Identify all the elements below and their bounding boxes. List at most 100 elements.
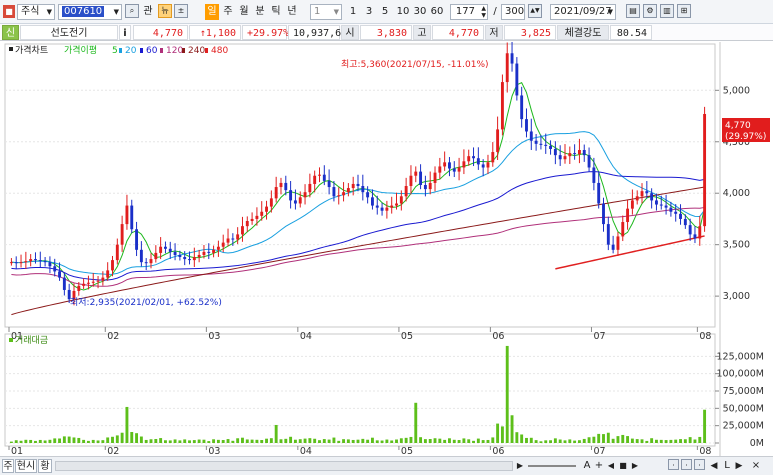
last-icon[interactable]: L [722, 459, 732, 473]
volume-bar [679, 439, 682, 443]
badge-new: 신 [2, 25, 19, 40]
volume-bar [241, 437, 244, 443]
candle-body [241, 226, 244, 235]
layout-icon-3[interactable]: · [694, 459, 705, 470]
month-button[interactable]: 월 [237, 4, 251, 20]
volume-bar [688, 437, 692, 443]
interval-5[interactable]: 5 [379, 4, 391, 20]
interval-10[interactable]: 10 [395, 4, 411, 20]
search-icon[interactable]: ⌕ [125, 4, 139, 18]
total-input[interactable]: 300 [501, 4, 525, 20]
candle-body [525, 119, 528, 132]
low-annotation: 최저:2,935(2021/02/01, +62.52%) [70, 297, 222, 308]
count-input[interactable]: 177 ▲ ▼ [450, 4, 488, 20]
candle-body [366, 192, 370, 198]
stop-icon[interactable]: ■ [618, 459, 628, 473]
volume-bar [645, 440, 649, 443]
info-button[interactable]: i [119, 25, 131, 40]
candle-body [616, 236, 620, 250]
candle-body [34, 259, 37, 261]
candle-body [226, 238, 230, 243]
candle-body [298, 197, 302, 204]
volume-bar [568, 439, 572, 443]
settings-icon[interactable]: ⚙ [643, 4, 657, 18]
horizontal-scrollbar[interactable] [55, 461, 513, 471]
save-icon[interactable]: ▥ [660, 4, 674, 18]
volume-bar [404, 437, 408, 443]
interval-3[interactable]: 3 [363, 4, 375, 20]
candle-body [582, 149, 586, 156]
candle-body [101, 277, 105, 281]
tick-button[interactable]: 틱 [269, 4, 283, 20]
minute-button[interactable]: 분 [253, 4, 267, 20]
candle-body [650, 193, 654, 201]
next-icon[interactable]: ▶ [733, 459, 745, 473]
candle-body [293, 200, 297, 204]
candle-body [111, 260, 114, 271]
volume-bar [602, 434, 605, 443]
candle-body [178, 254, 182, 258]
volume-bar [549, 440, 552, 443]
interval-1[interactable]: 1 [347, 4, 359, 20]
volume-bar [91, 439, 95, 443]
volume-bar [587, 437, 591, 443]
candle-body [269, 198, 273, 207]
zoom-slider[interactable] [528, 465, 576, 467]
chart-type-icon[interactable]: ■ [3, 5, 15, 18]
candle-body [303, 192, 307, 198]
volume-bar [274, 424, 278, 443]
bottom-button-3[interactable]: 황 [38, 459, 52, 473]
volume-bar [231, 440, 235, 443]
high-annotation: 최고:5,360(2021/07/15, -11.01%) [341, 59, 489, 70]
layout-icon-2[interactable]: · [681, 459, 692, 470]
expand-icon[interactable]: ▶ [630, 459, 640, 473]
close-icon[interactable]: × [750, 459, 762, 473]
market-select[interactable]: 주식 ▼ [17, 4, 55, 20]
interval-select[interactable]: 1 ▼ [310, 4, 342, 20]
candle-body [563, 156, 567, 160]
collapse-icon[interactable]: ◀ [606, 459, 616, 473]
chevron-down-icon: ▼ [46, 8, 52, 16]
print-icon[interactable]: ▤ [626, 4, 640, 18]
scroll-right-icon[interactable]: ▶ [515, 459, 525, 473]
volume-bar [159, 438, 163, 443]
volume-bar [279, 439, 283, 443]
volume-bar [115, 435, 119, 443]
legend-ma20: 20 [125, 46, 137, 56]
updown-icon[interactable]: ± [174, 4, 188, 18]
spinner-icon[interactable]: ▲ ▼ [481, 5, 486, 19]
volume-bar [327, 439, 331, 443]
chart-mode-icon[interactable]: 뉴 [158, 4, 172, 18]
stock-code-input[interactable]: 007610 ▼ [58, 4, 122, 20]
interval-30[interactable]: 30 [412, 4, 428, 20]
interval-60[interactable]: 60 [429, 4, 445, 20]
volume-bar [693, 439, 697, 443]
candle-body [346, 188, 350, 193]
year-button[interactable]: 년 [285, 4, 299, 20]
open-price: 3,830 [360, 25, 412, 40]
grid-icon[interactable]: ⊞ [677, 4, 691, 18]
add-icon[interactable]: + [594, 459, 604, 473]
volume-tick-label: 50,000M [723, 403, 764, 414]
scroll-left-icon[interactable]: ◀ [708, 459, 720, 473]
bottom-button-1[interactable]: 주 [2, 459, 14, 473]
volume-bar [303, 438, 307, 443]
menu-gwan[interactable]: 관 [141, 4, 155, 20]
volume-bar [640, 439, 644, 443]
layout-icon-1[interactable]: · [668, 459, 679, 470]
date-tick-label: 07 [593, 446, 605, 456]
volume-tick-label: 75,000M [723, 386, 764, 397]
bottom-button-2[interactable]: 현시 [15, 459, 37, 473]
candle-body [496, 129, 500, 153]
price-chart-area[interactable]: 5,0004,5004,0003,5003,000 125,000M100,00… [0, 42, 773, 456]
candle-body [549, 145, 552, 149]
week-button[interactable]: 주 [221, 4, 235, 20]
volume-bar [212, 439, 216, 443]
day-button[interactable]: 일 [205, 4, 219, 20]
candle-body [462, 161, 466, 168]
sort-icon[interactable]: ▲▼ [528, 4, 542, 18]
candle-body [173, 251, 177, 255]
zoom-in-icon[interactable]: A [582, 459, 592, 473]
volume-bar [616, 436, 620, 443]
date-select[interactable]: 2021/09/27 ▼ [550, 4, 616, 20]
